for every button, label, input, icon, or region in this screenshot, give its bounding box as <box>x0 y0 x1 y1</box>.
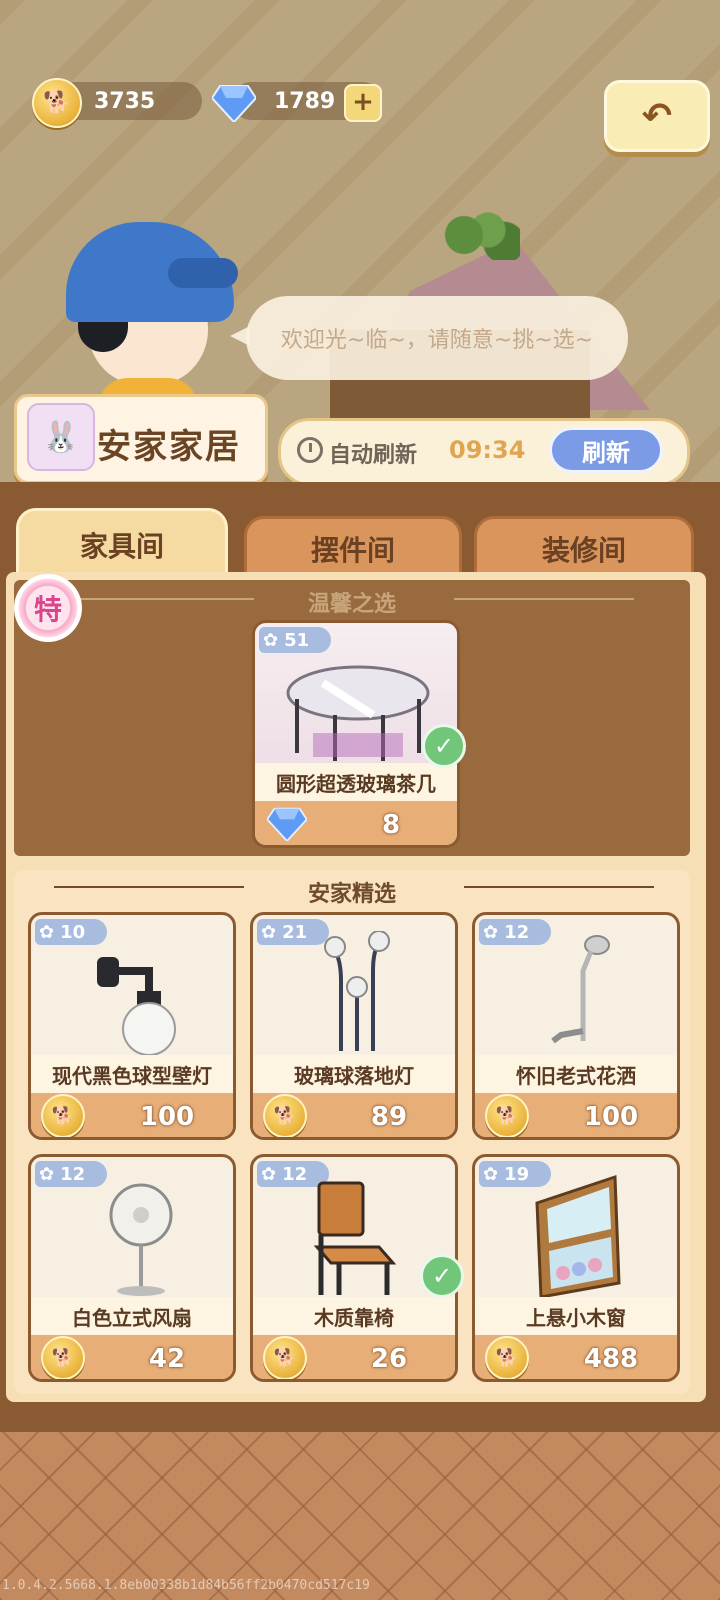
flower-icon: ✿ <box>261 921 277 943</box>
item-price: 🐕 26 <box>253 1335 455 1379</box>
item-level: 19 <box>504 1163 530 1185</box>
add-gems-button[interactable]: + <box>344 84 382 122</box>
price-value: 42 <box>148 1344 186 1374</box>
item-name: 圆形超透玻璃茶几 <box>255 763 457 801</box>
item-level: 21 <box>282 921 308 943</box>
item-name: 现代黑色球型壁灯 <box>31 1055 233 1093</box>
item-name: 上悬小木窗 <box>475 1297 677 1335</box>
item-price: 8 <box>255 801 457 845</box>
price-value: 89 <box>370 1102 408 1132</box>
build-version: 1.0.4.2.5668.1.8eb00338b1d84b56ff2b0470c… <box>2 1578 370 1593</box>
divider <box>454 598 634 600</box>
refresh-timer: 09:34 <box>449 436 526 464</box>
item-level: 51 <box>284 629 310 651</box>
glass-table-art <box>286 665 430 761</box>
price-value: 100 <box>583 1102 639 1132</box>
divider <box>464 886 654 888</box>
item-name: 怀旧老式花洒 <box>475 1055 677 1093</box>
speech-text: 欢迎光~临~，请随意~挑~选~ <box>280 328 594 353</box>
refresh-bar: 自动刷新 09:34 刷新 <box>278 418 690 486</box>
wooden-chair-art <box>313 1181 397 1295</box>
coin-icon: 🐕 <box>32 78 82 128</box>
coin-icon: 🐕 <box>485 1336 529 1379</box>
item-price: 🐕 42 <box>31 1335 233 1379</box>
item-name: 木质靠椅 <box>253 1297 455 1335</box>
tab-furniture[interactable]: 家具间 <box>16 508 228 582</box>
tab-label: 家具间 <box>79 530 164 563</box>
price-value: 8 <box>381 810 401 840</box>
item-name: 玻璃球落地灯 <box>253 1055 455 1093</box>
bunny-logo-icon: 🐰 <box>27 403 95 471</box>
flower-icon: ✿ <box>39 921 55 943</box>
item-level-badge: ✿ 10 <box>35 919 107 945</box>
wall-lamp-art <box>97 957 176 1055</box>
item-name: 白色立式风扇 <box>31 1297 233 1335</box>
tab-label: 装修间 <box>541 534 626 567</box>
standing-fan-art <box>109 1183 173 1296</box>
floor-pattern <box>0 1432 720 1600</box>
owned-check-icon: ✓ <box>422 724 466 768</box>
owned-check-icon: ✓ <box>420 1254 464 1298</box>
shower-head-art <box>551 935 610 1044</box>
flower-icon: ✿ <box>39 1163 55 1185</box>
item-price: 🐕 100 <box>31 1093 233 1137</box>
catalog-title: 安家精选 <box>307 882 396 907</box>
item-level-badge: ✿ 12 <box>479 919 551 945</box>
speech-bubble: 欢迎光~临~，请随意~挑~选~ <box>230 296 628 380</box>
auto-refresh-label: 自动刷新 <box>329 443 418 468</box>
gem-amount: 1789 <box>274 88 336 114</box>
coin-amount: 3735 <box>94 88 156 114</box>
shop-sign: 🐰 安家家居 <box>14 394 268 484</box>
plant-art <box>440 210 520 260</box>
item-level: 12 <box>282 1163 308 1185</box>
floor-lamp-art <box>324 931 390 1051</box>
item-card[interactable]: ✿ 19 上悬小木窗 🐕 488 <box>472 1154 680 1382</box>
flower-icon: ✿ <box>483 921 499 943</box>
item-level: 10 <box>60 921 86 943</box>
item-card[interactable]: ✿ 21 玻璃球落地灯 🐕 89 <box>250 912 458 1140</box>
flower-icon: ✿ <box>261 1163 277 1185</box>
special-badge: 特 <box>14 574 82 642</box>
item-price: 🐕 100 <box>475 1093 677 1137</box>
price-value: 488 <box>583 1344 639 1374</box>
item-price: 🐕 488 <box>475 1335 677 1379</box>
item-card[interactable]: ✿ 12 怀旧老式花洒 🐕 100 <box>472 912 680 1140</box>
tab-label: 摆件间 <box>310 534 395 567</box>
shop-name: 安家家居 <box>97 427 241 467</box>
item-level: 12 <box>60 1163 86 1185</box>
coin-icon: 🐕 <box>263 1094 307 1137</box>
item-card[interactable]: ✿ 10 现代黑色球型壁灯 🐕 100 <box>28 912 236 1140</box>
item-card[interactable]: ✿ 12 白色立式风扇 🐕 42 <box>28 1154 236 1382</box>
item-price: 🐕 89 <box>253 1093 455 1137</box>
price-value: 100 <box>139 1102 195 1132</box>
shopkeeper-cap-brim <box>168 258 238 288</box>
coin-icon: 🐕 <box>41 1336 85 1379</box>
clock-icon <box>297 437 323 463</box>
flower-icon: ✿ <box>483 1163 499 1185</box>
flower-icon: ✿ <box>263 629 279 651</box>
item-level-badge: ✿ 12 <box>35 1161 107 1187</box>
gem-icon <box>267 803 307 843</box>
item-level: 12 <box>504 921 530 943</box>
wooden-window-art <box>535 1174 621 1297</box>
coin-icon: 🐕 <box>263 1336 307 1379</box>
back-button[interactable]: ↶ <box>604 80 710 152</box>
featured-title: 温馨之选 <box>307 592 396 617</box>
coin-icon: 🐕 <box>41 1094 85 1137</box>
refresh-button[interactable]: 刷新 <box>549 427 663 473</box>
price-value: 26 <box>370 1344 408 1374</box>
item-level-badge: ✿ 51 <box>259 627 331 653</box>
undo-icon: ↶ <box>641 95 673 137</box>
coin-icon: 🐕 <box>485 1094 529 1137</box>
gem-icon <box>212 80 256 124</box>
